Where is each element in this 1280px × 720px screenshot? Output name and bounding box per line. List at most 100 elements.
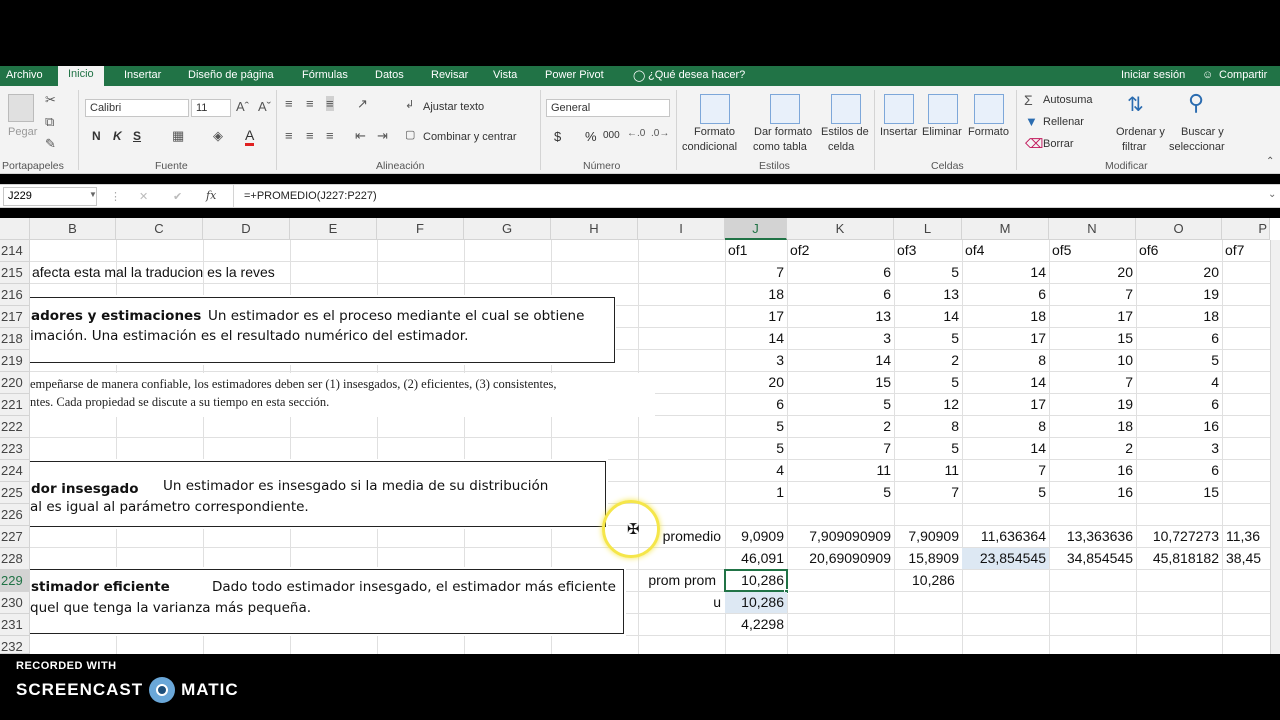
sort-filter-label-2[interactable]: filtrar bbox=[1122, 141, 1146, 153]
find-select-label-1[interactable]: Buscar y bbox=[1181, 126, 1224, 138]
cell-k222[interactable]: 2 bbox=[787, 416, 894, 437]
cell-k223[interactable]: 7 bbox=[787, 438, 894, 459]
cell-o222[interactable]: 16 bbox=[1136, 416, 1222, 437]
cell-k218[interactable]: 3 bbox=[787, 328, 894, 349]
cell-l215[interactable]: 5 bbox=[894, 262, 962, 283]
cell-o216[interactable]: 19 bbox=[1136, 284, 1222, 305]
cell-m221[interactable]: 17 bbox=[962, 394, 1049, 415]
pasted-image-eficiente[interactable]: stimador eficiente Dado todo estimador i… bbox=[30, 567, 626, 636]
cell-k219[interactable]: 14 bbox=[787, 350, 894, 371]
cell-b215[interactable]: afecta esta mal la traducion es la reves bbox=[32, 262, 275, 283]
increase-indent-icon[interactable]: ⇥ bbox=[377, 128, 388, 144]
cell-l222[interactable]: 8 bbox=[894, 416, 962, 437]
col-header-o[interactable]: O bbox=[1136, 218, 1222, 240]
insert-cells-button[interactable]: Insertar bbox=[880, 126, 917, 138]
cell-k214[interactable]: of2 bbox=[790, 240, 809, 261]
col-header-l[interactable]: L bbox=[894, 218, 962, 240]
cell-l219[interactable]: 2 bbox=[894, 350, 962, 371]
delete-cells-button[interactable]: Eliminar bbox=[922, 126, 962, 138]
delete-cells-icon[interactable] bbox=[928, 94, 958, 124]
cell-m224[interactable]: 7 bbox=[962, 460, 1049, 481]
tab-formulas[interactable]: Fórmulas bbox=[302, 69, 348, 81]
format-table-label-2[interactable]: como tabla bbox=[753, 141, 807, 153]
sort-filter-label-1[interactable]: Ordenar y bbox=[1116, 126, 1165, 138]
cell-o228[interactable]: 45,818182 bbox=[1136, 548, 1222, 569]
cell-l220[interactable]: 5 bbox=[894, 372, 962, 393]
insert-function-icon[interactable]: fx bbox=[206, 189, 216, 202]
cell-l224[interactable]: 11 bbox=[894, 460, 962, 481]
cell-m219[interactable]: 8 bbox=[962, 350, 1049, 371]
cell-k224[interactable]: 11 bbox=[787, 460, 894, 481]
row-header[interactable]: 219 bbox=[0, 350, 30, 372]
row-header[interactable]: 223 bbox=[0, 438, 30, 460]
cell-j231[interactable]: 4,2298 bbox=[725, 614, 787, 635]
cell-styles-icon[interactable] bbox=[831, 94, 861, 124]
cell-p227[interactable]: 11,36 bbox=[1226, 526, 1270, 547]
row-header[interactable]: 225 bbox=[0, 482, 30, 504]
row-header[interactable]: 216 bbox=[0, 284, 30, 306]
cell-j214[interactable]: of1 bbox=[728, 240, 747, 261]
number-format-select[interactable]: General bbox=[546, 99, 670, 117]
font-color-icon[interactable]: A bbox=[245, 127, 255, 146]
align-center-icon[interactable]: ≡ bbox=[306, 128, 314, 143]
tab-revisar[interactable]: Revisar bbox=[431, 69, 468, 81]
cell-styles-label-2[interactable]: celda bbox=[828, 141, 854, 153]
spreadsheet-grid[interactable]: B C D E F G H I J K L M N O P 214 215 21… bbox=[0, 218, 1280, 654]
cell-o220[interactable]: 4 bbox=[1136, 372, 1222, 393]
cell-o224[interactable]: 6 bbox=[1136, 460, 1222, 481]
find-select-label-2[interactable]: seleccionar bbox=[1169, 141, 1225, 153]
cell-n218[interactable]: 15 bbox=[1049, 328, 1136, 349]
cell-n224[interactable]: 16 bbox=[1049, 460, 1136, 481]
cell-j223[interactable]: 5 bbox=[725, 438, 787, 459]
cell-l228[interactable]: 15,8909 bbox=[894, 548, 962, 569]
autosum-icon[interactable]: Σ bbox=[1024, 92, 1033, 108]
decrease-decimal-icon[interactable]: .0→ bbox=[651, 128, 669, 139]
cell-o218[interactable]: 6 bbox=[1136, 328, 1222, 349]
cancel-icon[interactable]: ✕ bbox=[139, 190, 148, 203]
cell-j229[interactable]: 10,286 bbox=[725, 570, 787, 591]
underline-button[interactable]: S bbox=[133, 129, 141, 143]
cell-o215[interactable]: 20 bbox=[1136, 262, 1222, 283]
pasted-image-estimadores[interactable]: adores y estimaciones Un estimador es el… bbox=[30, 295, 616, 365]
cell-j224[interactable]: 4 bbox=[725, 460, 787, 481]
row-header[interactable]: 232 bbox=[0, 636, 30, 654]
cell-o217[interactable]: 18 bbox=[1136, 306, 1222, 327]
cell-l216[interactable]: 13 bbox=[894, 284, 962, 305]
select-all-corner[interactable] bbox=[0, 218, 30, 240]
cell-i229[interactable]: prom prom bbox=[638, 570, 724, 591]
cell-j230[interactable]: 10,286 bbox=[725, 592, 787, 613]
row-header[interactable]: 217 bbox=[0, 306, 30, 328]
cell-o214[interactable]: of6 bbox=[1139, 240, 1158, 261]
conditional-format-label-2[interactable]: condicional bbox=[682, 141, 737, 153]
cell-l217[interactable]: 14 bbox=[894, 306, 962, 327]
cell-k228[interactable]: 20,69090909 bbox=[787, 548, 894, 569]
cell-o225[interactable]: 15 bbox=[1136, 482, 1222, 503]
sort-filter-icon[interactable]: ⇅ bbox=[1127, 92, 1144, 117]
borders-icon[interactable]: ▦ bbox=[172, 128, 184, 144]
format-cells-button[interactable]: Formato bbox=[968, 126, 1009, 138]
tab-inicio[interactable]: Inicio bbox=[58, 66, 104, 88]
cell-m217[interactable]: 18 bbox=[962, 306, 1049, 327]
tell-me-search[interactable]: ¿Qué desea hacer? bbox=[648, 69, 745, 81]
cell-j220[interactable]: 20 bbox=[725, 372, 787, 393]
conditional-format-icon[interactable] bbox=[700, 94, 730, 124]
thousands-button[interactable]: 000 bbox=[603, 130, 620, 141]
col-header-c[interactable]: C bbox=[116, 218, 203, 240]
cell-j222[interactable]: 5 bbox=[725, 416, 787, 437]
cell-n214[interactable]: of5 bbox=[1052, 240, 1071, 261]
cell-styles-label-1[interactable]: Estilos de bbox=[821, 126, 869, 138]
col-header-p[interactable]: P bbox=[1222, 218, 1270, 240]
fill-button[interactable]: Rellenar bbox=[1043, 116, 1084, 128]
cell-l229[interactable]: 10,286 bbox=[912, 570, 955, 591]
cell-l218[interactable]: 5 bbox=[894, 328, 962, 349]
formula-input[interactable]: =+PROMEDIO(J227:P227) bbox=[244, 190, 377, 202]
merge-icon[interactable]: ▢ bbox=[405, 128, 415, 141]
cell-n227[interactable]: 13,363636 bbox=[1049, 526, 1136, 547]
font-size-select[interactable]: 11 bbox=[191, 99, 231, 117]
format-table-label-1[interactable]: Dar formato bbox=[754, 126, 812, 138]
copy-icon[interactable]: ⧉ bbox=[45, 114, 54, 130]
currency-button[interactable]: $ bbox=[554, 129, 561, 144]
row-header[interactable]: 218 bbox=[0, 328, 30, 350]
autosum-button[interactable]: Autosuma bbox=[1043, 94, 1093, 106]
cell-p228[interactable]: 38,45 bbox=[1226, 548, 1270, 569]
